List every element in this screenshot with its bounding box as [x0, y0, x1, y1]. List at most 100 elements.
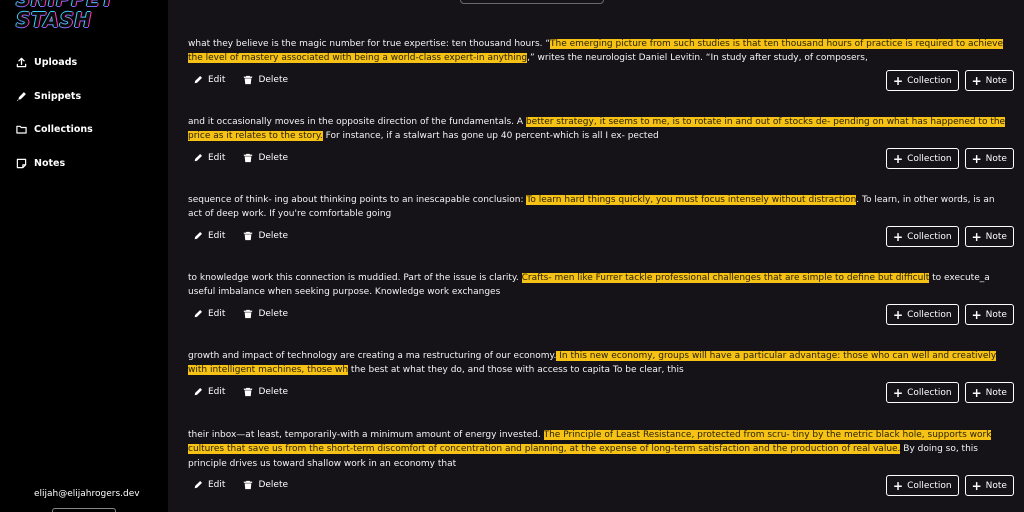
folder-icon: [16, 125, 27, 134]
snippet-text-before: and it occasionally moves in the opposit…: [188, 117, 526, 127]
snippet-highlight: To learn hard things quickly, you must f…: [526, 195, 857, 205]
snippet-card: to knowledge work this connection is mud…: [188, 271, 1008, 300]
collection-label: Collection: [907, 75, 952, 86]
pencil-icon: [194, 76, 202, 84]
add-collection-button[interactable]: + Collection: [886, 382, 959, 403]
edit-label: Edit: [208, 387, 226, 397]
add-note-button[interactable]: + Note: [964, 475, 1014, 496]
delete-button[interactable]: Delete: [243, 480, 288, 490]
edit-label: Edit: [208, 153, 226, 163]
snippet-buttons: + Collection + Note: [886, 226, 1014, 247]
sidebar-item-collections[interactable]: Collections: [16, 121, 93, 137]
edit-button[interactable]: Edit: [193, 231, 225, 241]
plus-icon: +: [893, 385, 904, 400]
plus-icon: +: [971, 73, 982, 88]
trash-icon: [244, 153, 253, 163]
delete-label: Delete: [258, 387, 289, 397]
trash-icon: [244, 309, 253, 319]
snippet-text: their inbox—at least, temporarily-with a…: [188, 428, 1008, 471]
snippet-buttons: + Collection + Note: [886, 70, 1014, 91]
snippet-card: sequence of think- ing about thinking po…: [188, 193, 1008, 222]
snippet-actions: Edit Delete: [193, 480, 288, 490]
delete-label: Delete: [258, 75, 289, 85]
collection-label: Collection: [907, 387, 952, 398]
add-collection-button[interactable]: + Collection: [886, 70, 959, 91]
snippet-buttons: + Collection + Note: [886, 148, 1014, 169]
snippet-buttons: + Collection + Note: [886, 382, 1014, 403]
delete-label: Delete: [258, 309, 289, 319]
trash-icon: [244, 480, 253, 490]
snippet-text: to knowledge work this connection is mud…: [188, 271, 1008, 300]
delete-button[interactable]: Delete: [243, 231, 288, 241]
sidebar-item-uploads[interactable]: Uploads: [16, 54, 77, 70]
snippet-text-before: growth and impact of technology are crea…: [188, 351, 557, 361]
collection-label: Collection: [907, 309, 952, 320]
plus-icon: +: [971, 385, 982, 400]
delete-button[interactable]: Delete: [243, 153, 288, 163]
snippet-text-before: sequence of think- ing about thinking po…: [188, 195, 527, 205]
edit-button[interactable]: Edit: [193, 75, 225, 85]
add-collection-button[interactable]: + Collection: [886, 148, 959, 169]
snippet-text-before: what they believe is the magic number fo…: [188, 39, 551, 49]
logo-line-2: STASH: [16, 8, 92, 32]
user-email[interactable]: elijah@elijahrogers.dev: [34, 489, 140, 499]
user-menu-button[interactable]: [52, 508, 116, 512]
edit-label: Edit: [208, 309, 226, 319]
delete-button[interactable]: Delete: [243, 75, 288, 85]
sidebar-item-notes[interactable]: Notes: [16, 155, 65, 171]
sidebar-item-label: Snippets: [34, 90, 82, 102]
edit-button[interactable]: Edit: [193, 480, 225, 490]
snippet-card: their inbox—at least, temporarily-with a…: [188, 428, 1008, 471]
delete-button[interactable]: Delete: [243, 309, 288, 319]
sidebar-item-label: Collections: [34, 123, 93, 135]
trash-icon: [244, 75, 253, 85]
snippet-text-before: to knowledge work this connection is mud…: [188, 273, 522, 283]
snippet-buttons: + Collection + Note: [886, 304, 1014, 325]
pencil-icon: [194, 310, 202, 318]
note-label: Note: [985, 153, 1007, 164]
plus-icon: +: [971, 151, 982, 166]
pencil-icon: [194, 154, 202, 162]
snippet-actions: Edit Delete: [193, 309, 288, 319]
snippet-text: and it occasionally moves in the opposit…: [188, 115, 1008, 144]
collection-label: Collection: [907, 480, 952, 491]
snippet-text-before: their inbox—at least, temporarily-with a…: [188, 430, 544, 440]
snippet-card: growth and impact of technology are crea…: [188, 349, 1008, 378]
snippet-buttons: + Collection + Note: [886, 475, 1014, 496]
add-collection-button[interactable]: + Collection: [886, 304, 959, 325]
upload-icon: [16, 57, 27, 67]
sidebar: SNIPPET STASH Uploads Snippets Collectio…: [0, 0, 168, 512]
add-note-button[interactable]: + Note: [964, 148, 1014, 169]
note-label: Note: [985, 75, 1007, 86]
add-note-button[interactable]: + Note: [964, 382, 1014, 403]
sidebar-item-snippets[interactable]: Snippets: [16, 88, 81, 104]
collection-label: Collection: [907, 153, 952, 164]
edit-button[interactable]: Edit: [193, 309, 225, 319]
add-note-button[interactable]: + Note: [964, 226, 1014, 247]
snippet-card: what they believe is the magic number fo…: [188, 37, 1008, 66]
trash-icon: [244, 231, 253, 241]
edit-button[interactable]: Edit: [193, 387, 225, 397]
snippet-text: what they believe is the magic number fo…: [188, 37, 1008, 66]
add-note-button[interactable]: + Note: [964, 304, 1014, 325]
plus-icon: +: [971, 478, 982, 493]
edit-label: Edit: [208, 75, 226, 85]
delete-label: Delete: [258, 153, 289, 163]
edit-button[interactable]: Edit: [193, 153, 225, 163]
add-collection-button[interactable]: + Collection: [886, 226, 959, 247]
snippet-actions: Edit Delete: [193, 153, 288, 163]
delete-label: Delete: [258, 231, 289, 241]
add-collection-button[interactable]: + Collection: [886, 475, 959, 496]
note-label: Note: [985, 480, 1007, 491]
snippet-actions: Edit Delete: [193, 231, 288, 241]
delete-button[interactable]: Delete: [243, 387, 288, 397]
snippet-text: growth and impact of technology are crea…: [188, 349, 1008, 378]
plus-icon: +: [893, 307, 904, 322]
app-logo[interactable]: SNIPPET STASH: [16, 0, 115, 31]
note-label: Note: [985, 231, 1007, 242]
pen-icon: [17, 91, 26, 101]
add-note-button[interactable]: + Note: [964, 70, 1014, 91]
delete-label: Delete: [258, 480, 289, 490]
top-filter-button[interactable]: [460, 0, 604, 4]
snippet-text-after: the best at what they do, and those with…: [348, 365, 684, 376]
